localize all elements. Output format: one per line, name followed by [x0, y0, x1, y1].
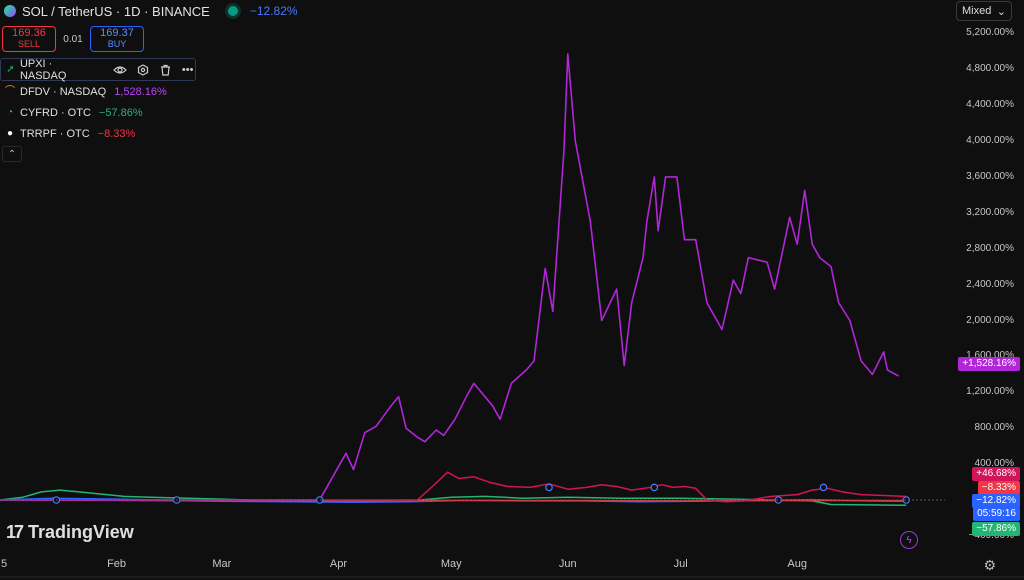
- symbol-header: SOL / TetherUS · 1D · BINANCE −12.82%: [0, 0, 298, 22]
- lightning-icon[interactable]: ϟ: [900, 531, 918, 549]
- legend-label: UPXI · NASDAQ: [19, 57, 67, 82]
- watermark-text: TradingView: [28, 522, 134, 542]
- legend-label: CYFRD · OTC: [20, 106, 91, 119]
- event-marker[interactable]: [819, 483, 828, 492]
- x-tick-label: Feb: [107, 558, 127, 570]
- y-tick-label: 4,800.00%: [966, 63, 1014, 75]
- chevron-up-icon: ⌃: [7, 148, 17, 160]
- x-tick-label: Aug: [787, 558, 807, 570]
- y-tick-label: 3,600.00%: [966, 170, 1014, 182]
- y-tick-label: 2,000.00%: [966, 314, 1014, 326]
- y-tick-label: 4,000.00%: [966, 135, 1014, 146]
- sell-label: SELL: [17, 39, 41, 49]
- eye-icon[interactable]: [113, 63, 128, 77]
- x-tick-label: Jul: [673, 558, 688, 570]
- y-tick-label: 3,200.00%: [966, 206, 1014, 218]
- legend-label: DFDV · NASDAQ: [20, 85, 107, 98]
- legend-item-trrpf[interactable]: ● TRRPF · OTC −8.33%: [0, 123, 196, 144]
- legend-item-upxi[interactable]: ➚ UPXI · NASDAQ •••: [0, 57, 196, 82]
- sol-logo-icon: [4, 5, 16, 17]
- x-tick-label: May: [440, 558, 462, 570]
- scale-mode-dropdown[interactable]: Mixed ⌄: [956, 1, 1012, 21]
- scale-mode-label: Mixed: [962, 5, 992, 17]
- legend-item-cyfrd[interactable]: ◔ CYFRD · OTC −57.86%: [0, 102, 196, 123]
- legend-value: −8.33%: [97, 127, 136, 140]
- buy-label: BUY: [107, 39, 127, 49]
- trrpf-logo-icon: ●: [6, 127, 14, 139]
- market-status-icon: [227, 6, 238, 16]
- y-tick-label: 800.00%: [974, 422, 1014, 434]
- dfdv-value-badge: +1,528.16%: [958, 357, 1020, 371]
- settings-icon[interactable]: [135, 63, 150, 77]
- sell-button[interactable]: 169.36 SELL: [2, 26, 56, 52]
- symbol-title[interactable]: SOL / TetherUS · 1D · BINANCE: [22, 4, 210, 19]
- trade-panel: 169.36 SELL 0.01 169.37 BUY: [2, 26, 144, 52]
- x-tick-label: 5: [0, 558, 8, 570]
- trash-icon[interactable]: [158, 63, 173, 77]
- y-tick-label: 2,400.00%: [966, 278, 1014, 290]
- y-tick-label: 4,400.00%: [966, 99, 1014, 111]
- cyfrd-value-badge: −57.86%: [972, 522, 1020, 536]
- symbol-change: −12.82%: [249, 4, 298, 18]
- more-icon[interactable]: •••: [180, 63, 195, 77]
- legend-label: TRRPF · OTC: [20, 127, 90, 140]
- legend-value: −57.86%: [98, 106, 143, 119]
- legend-item-dfdv[interactable]: ⌒ DFDV · NASDAQ 1,528.16%: [0, 81, 196, 102]
- legend-value: 1,528.16%: [114, 85, 167, 98]
- x-tick-label: Apr: [329, 558, 347, 570]
- upxi-value-badge: +46.68%: [972, 467, 1020, 481]
- dfdv-logo-icon: ⌒: [5, 85, 15, 97]
- spread-value: 0.01: [63, 33, 83, 45]
- x-tick-label: Jun: [558, 558, 577, 570]
- cyfrd-logo-icon: ◔: [6, 106, 14, 118]
- y-tick-label: 5,200.00%: [966, 27, 1014, 39]
- y-tick-label: 2,800.00%: [966, 242, 1014, 254]
- sol-value-badge: −12.82%: [972, 494, 1020, 508]
- chevron-down-icon: ⌄: [996, 5, 1006, 18]
- tradingview-logo-icon: 17: [6, 522, 24, 542]
- series-legend: ➚ UPXI · NASDAQ ••• ⌒ DFDV · NASDAQ 1,52…: [0, 58, 196, 144]
- y-tick-label: 1,200.00%: [966, 386, 1014, 398]
- trrpf-value-badge: −8.33%: [977, 481, 1020, 495]
- gear-icon[interactable]: ⚙: [983, 557, 996, 574]
- tradingview-watermark[interactable]: 17 TradingView: [6, 522, 134, 543]
- event-marker[interactable]: [650, 483, 659, 492]
- x-tick-label: Mar: [212, 558, 232, 570]
- upxi-logo-icon: ➚: [6, 63, 15, 75]
- countdown-badge: 05:59:16: [973, 507, 1020, 521]
- collapse-legend-button[interactable]: ⌃: [2, 146, 22, 162]
- series-line-cyfrd[interactable]: [0, 489, 907, 506]
- buy-price: 169.37: [100, 27, 134, 39]
- event-marker[interactable]: [545, 483, 553, 492]
- sell-price: 169.36: [12, 27, 46, 39]
- buy-button[interactable]: 169.37 BUY: [90, 26, 144, 52]
